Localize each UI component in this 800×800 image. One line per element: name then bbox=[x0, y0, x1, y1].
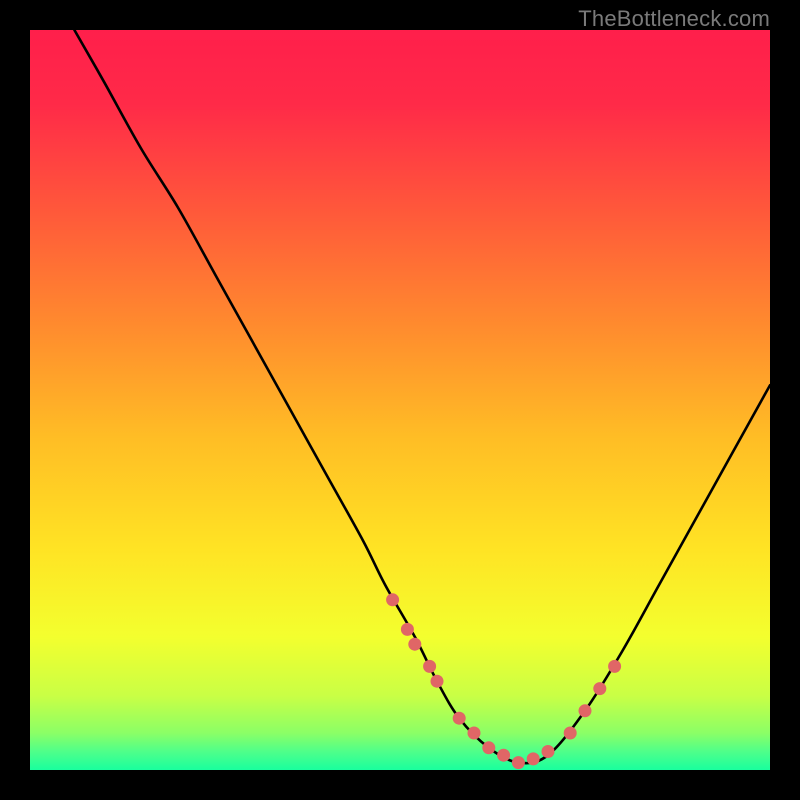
highlight-dot bbox=[527, 752, 540, 765]
highlight-dot bbox=[401, 623, 414, 636]
highlight-dot bbox=[423, 660, 436, 673]
highlight-dot bbox=[408, 638, 421, 651]
highlight-dot bbox=[497, 749, 510, 762]
highlight-dot bbox=[593, 682, 606, 695]
highlight-dot bbox=[512, 756, 525, 769]
highlight-dot bbox=[386, 593, 399, 606]
highlight-dot bbox=[564, 727, 577, 740]
highlight-dot bbox=[542, 745, 555, 758]
highlight-dot bbox=[608, 660, 621, 673]
highlight-dot bbox=[579, 704, 592, 717]
highlight-dot bbox=[468, 727, 481, 740]
highlight-dot bbox=[431, 675, 444, 688]
chart-stage: TheBottleneck.com bbox=[0, 0, 800, 800]
watermark-text: TheBottleneck.com bbox=[578, 6, 770, 32]
highlight-dot bbox=[453, 712, 466, 725]
highlight-dot bbox=[482, 741, 495, 754]
curve-layer bbox=[30, 30, 770, 770]
bottleneck-curve bbox=[74, 30, 770, 763]
plot-area bbox=[30, 30, 770, 770]
highlight-dots bbox=[386, 593, 621, 769]
